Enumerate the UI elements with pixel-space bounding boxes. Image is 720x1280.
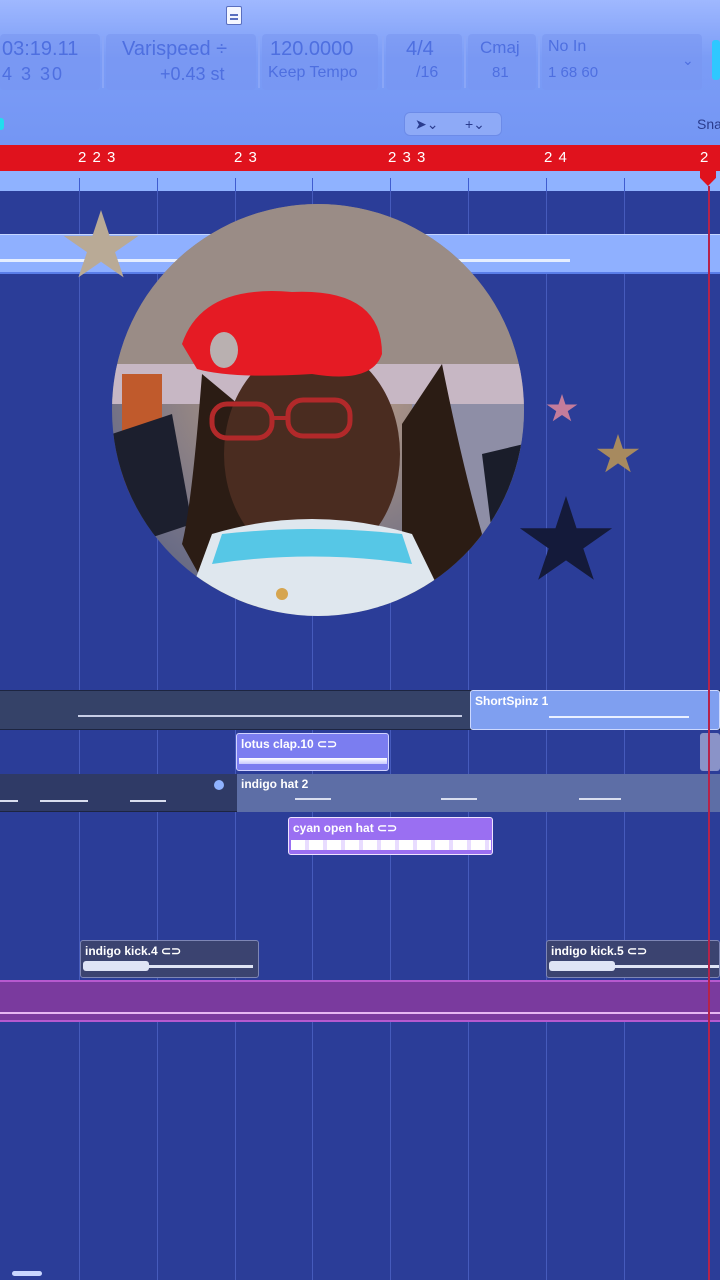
tempo-mode: Keep Tempo xyxy=(268,64,358,81)
input-display[interactable]: No In 1 68 60 ⌄ xyxy=(542,34,702,90)
waveform xyxy=(239,758,387,764)
tempo-display[interactable]: 120.0000 Keep Tempo xyxy=(262,34,378,90)
region-indigo-kick-5[interactable]: indigo kick.5 ⊂⊃ xyxy=(546,940,720,978)
region-shortspinz[interactable]: ShortSpinz 1 xyxy=(470,690,720,730)
control-bar: 03:19.11 4 3 30 Varispeed ÷ +0.43 st 120… xyxy=(0,0,720,145)
input-label: No In xyxy=(548,38,587,55)
divider xyxy=(102,36,104,88)
loop-icon[interactable] xyxy=(214,780,224,790)
tick xyxy=(312,178,313,191)
facecam-overlay xyxy=(112,204,524,616)
region-lotus-clap[interactable]: lotus clap.10 ⊂⊃ xyxy=(236,733,389,771)
daw-window: 03:19.11 4 3 30 Varispeed ÷ +0.43 st 120… xyxy=(0,0,720,1280)
region-stub[interactable] xyxy=(700,733,720,771)
tick xyxy=(157,178,158,191)
region-cyan-open-hat[interactable]: cyan open hat ⊂⊃ xyxy=(288,817,493,855)
ruler-label: 2 3 3 xyxy=(388,149,427,166)
waveform xyxy=(83,961,149,971)
tick xyxy=(390,178,391,191)
tempo-value: 120.0000 xyxy=(270,38,354,60)
tick xyxy=(79,178,80,191)
division: /16 xyxy=(416,64,439,81)
region-label: lotus clap.10 ⊂⊃ xyxy=(241,737,338,751)
position-bars: 4 3 30 xyxy=(2,64,65,84)
ruler-label: 2 3 xyxy=(234,149,258,166)
playhead-line[interactable] xyxy=(708,186,710,1280)
region-indigo-hat[interactable]: indigo hat 2 xyxy=(237,774,720,812)
varispeed-label: Varispeed ÷ xyxy=(122,38,228,60)
bar-ruler[interactable]: 2 2 3 2 3 2 3 3 2 4 2 4 xyxy=(0,145,720,183)
region-label: cyan open hat ⊂⊃ xyxy=(293,821,398,835)
key-value: Cmaj xyxy=(480,38,520,57)
tick xyxy=(546,178,547,191)
grid-line xyxy=(79,191,80,1280)
grid-line xyxy=(624,191,625,1280)
edge-indicator xyxy=(0,118,4,130)
waveform xyxy=(40,800,88,802)
tick xyxy=(468,178,469,191)
tool-selector[interactable]: ➤⌄ +⌄ xyxy=(404,112,502,136)
divider xyxy=(538,36,540,88)
ruler-label: 2 2 3 xyxy=(78,149,117,166)
tick xyxy=(235,178,236,191)
divider xyxy=(382,36,384,88)
chevron-down-icon[interactable]: ⌄ xyxy=(682,52,694,69)
region-label: indigo hat 2 xyxy=(241,777,309,791)
time-signature-display[interactable]: 4/4 /16 xyxy=(386,34,462,90)
grid-line xyxy=(546,191,547,1280)
input-value: 1 68 60 xyxy=(548,64,599,81)
crosshair-tool-icon[interactable]: +⌄ xyxy=(465,116,485,133)
tick xyxy=(624,178,625,191)
waveform xyxy=(78,715,462,717)
time-signature: 4/4 xyxy=(406,38,434,60)
scrollbar[interactable] xyxy=(12,1271,42,1276)
waveform xyxy=(291,840,491,850)
divider xyxy=(464,36,466,88)
region-label: indigo kick.5 ⊂⊃ xyxy=(551,944,648,958)
waveform xyxy=(549,716,689,718)
snap-label[interactable]: Sna xyxy=(697,116,720,132)
divider xyxy=(258,36,260,88)
ruler-label: 2 4 xyxy=(544,149,568,166)
document-icon[interactable] xyxy=(226,6,242,25)
region-label: indigo kick.4 ⊂⊃ xyxy=(85,944,182,958)
edge-handle xyxy=(712,40,720,80)
star-sticker xyxy=(596,434,640,473)
key-display[interactable]: Cmaj 81 xyxy=(468,34,536,90)
star-sticker xyxy=(519,496,613,580)
waveform xyxy=(441,798,477,800)
waveform xyxy=(0,1012,720,1014)
magenta-region[interactable] xyxy=(0,980,720,1022)
waveform xyxy=(130,800,166,802)
beat-ruler[interactable] xyxy=(0,171,720,191)
waveform xyxy=(295,798,331,800)
varispeed-display[interactable]: Varispeed ÷ +0.43 st xyxy=(106,34,256,90)
waveform xyxy=(0,800,18,802)
waveform xyxy=(579,798,621,800)
varispeed-value: +0.43 st xyxy=(160,64,225,84)
position-time: 03:19.11 xyxy=(2,38,79,60)
pointer-tool-icon[interactable]: ➤⌄ xyxy=(415,116,438,133)
star-sticker xyxy=(546,394,578,422)
position-display[interactable]: 03:19.11 4 3 30 xyxy=(0,34,100,90)
key-sub: 81 xyxy=(492,64,509,81)
person-image xyxy=(112,204,524,616)
waveform xyxy=(549,961,615,971)
region-indigo-kick-4[interactable]: indigo kick.4 ⊂⊃ xyxy=(80,940,259,978)
region-label: ShortSpinz 1 xyxy=(475,694,549,708)
